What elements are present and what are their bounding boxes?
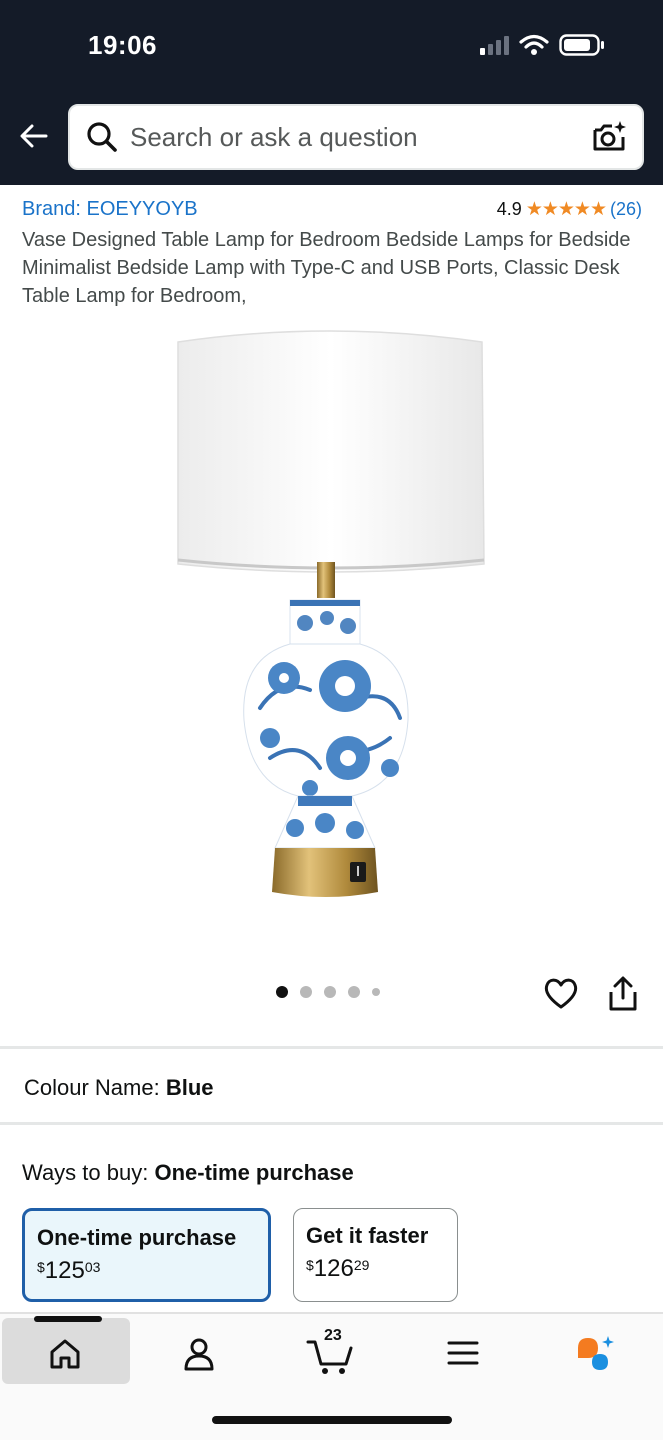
- option-price: $ 125 03: [37, 1257, 256, 1285]
- camera-search-icon[interactable]: [590, 118, 628, 156]
- price-whole: 126: [313, 1255, 354, 1282]
- review-count[interactable]: (26): [610, 199, 642, 220]
- colour-label: Colour Name:: [24, 1075, 166, 1100]
- section-divider: [0, 1122, 663, 1125]
- app-header: 19:06: [0, 0, 663, 185]
- cellular-signal-icon: [480, 35, 509, 55]
- product-title: Vase Designed Table Lamp for Bedroom Bed…: [22, 229, 631, 307]
- home-icon: [50, 1339, 80, 1369]
- menu-icon[interactable]: [446, 1338, 480, 1368]
- colour-name-row: Colour Name: Blue: [24, 1075, 214, 1101]
- image-carousel-indicator[interactable]: [276, 986, 380, 998]
- rating-summary[interactable]: 4.9 ★★★★★ (26): [497, 198, 642, 221]
- price-currency: $: [306, 1257, 314, 1273]
- account-icon[interactable]: [181, 1336, 217, 1372]
- carousel-dot[interactable]: [348, 986, 360, 998]
- carousel-dot[interactable]: [372, 988, 380, 996]
- home-gesture-bar: [212, 1416, 452, 1424]
- option-label: Get it faster: [306, 1223, 429, 1248]
- carousel-dot[interactable]: [300, 986, 312, 998]
- search-bar[interactable]: [68, 104, 644, 170]
- status-icons: [480, 34, 605, 56]
- wifi-icon: [519, 34, 549, 55]
- search-icon: [87, 122, 117, 152]
- nav-home-tab[interactable]: [2, 1316, 130, 1384]
- get-it-faster-option[interactable]: Get it faster $ 126 29: [293, 1208, 458, 1302]
- option-price: $ 126 29: [306, 1255, 445, 1283]
- one-time-purchase-option[interactable]: One-time purchase $ 125 03: [22, 1208, 271, 1302]
- rating-value: 4.9: [496, 199, 522, 219]
- ways-to-buy-row: Ways to buy: One-time purchase: [22, 1160, 354, 1186]
- ways-label: Ways to buy:: [22, 1160, 155, 1185]
- back-button[interactable]: [14, 118, 54, 158]
- search-input[interactable]: [120, 121, 590, 153]
- back-arrow-icon: [20, 124, 48, 148]
- brand-link[interactable]: Brand: EOEYYOYB: [22, 198, 198, 221]
- cart-count-badge: 23: [324, 1327, 342, 1344]
- star-rating-icon: ★★★★★: [525, 199, 607, 220]
- option-label: One-time purchase: [37, 1225, 237, 1250]
- carousel-dot[interactable]: [276, 986, 288, 998]
- price-cents: 03: [84, 1259, 101, 1275]
- section-divider: [0, 1046, 663, 1049]
- status-time: 19:06: [88, 30, 157, 60]
- battery-icon: [559, 34, 604, 56]
- colour-value: Blue: [165, 1075, 214, 1100]
- product-image[interactable]: [160, 318, 500, 918]
- ways-selected: One-time purchase: [154, 1160, 354, 1185]
- price-whole: 125: [44, 1257, 85, 1284]
- price-cents: 29: [353, 1257, 370, 1273]
- carousel-dot[interactable]: [324, 986, 336, 998]
- share-icon[interactable]: [606, 976, 640, 1012]
- brand-rating-row: Brand: EOEYYOYB 4.9 ★★★★★ (26): [22, 198, 642, 224]
- wishlist-heart-icon[interactable]: [543, 976, 579, 1010]
- rufus-assistant-icon[interactable]: [574, 1334, 616, 1374]
- active-tab-indicator: [34, 1316, 102, 1322]
- price-currency: $: [37, 1259, 45, 1275]
